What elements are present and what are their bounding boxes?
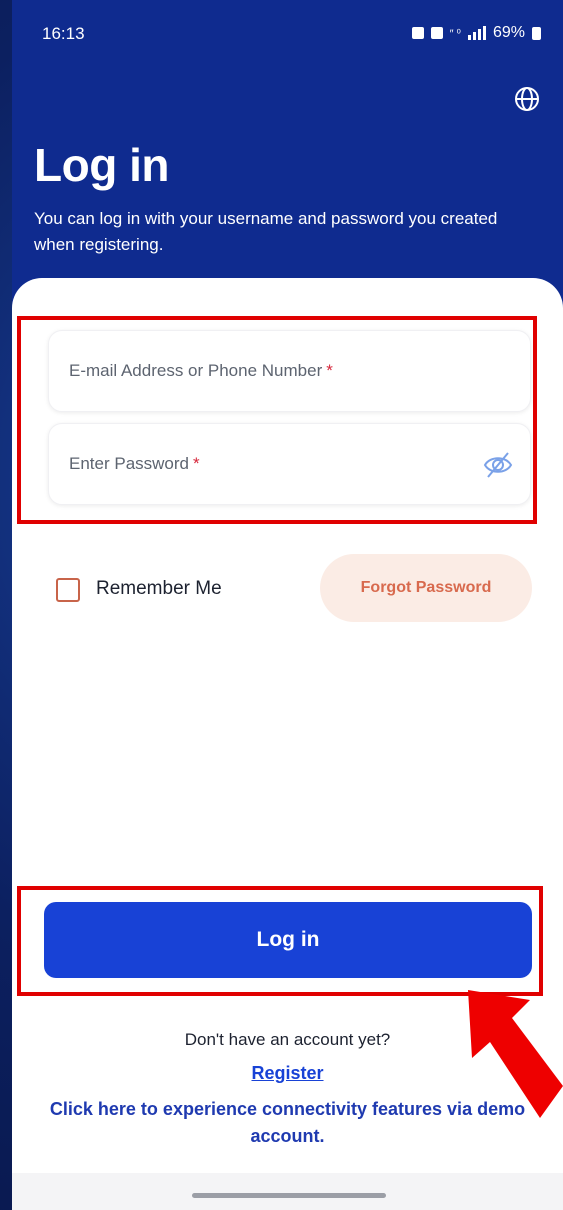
globe-icon[interactable] [512, 84, 542, 114]
status-bar: 16:13 ″ ⁰ 69% [12, 0, 563, 64]
credentials-highlight [17, 316, 537, 524]
notification-icon [411, 27, 424, 39]
status-icons: ″ ⁰ 69% [411, 24, 541, 42]
remember-me-checkbox[interactable] [56, 578, 80, 602]
battery-icon [532, 26, 541, 40]
remember-me-label[interactable]: Remember Me [96, 578, 222, 600]
page-subtitle: You can log in with your username and pa… [34, 209, 498, 254]
navigation-bar [12, 1173, 563, 1210]
battery-level: 69% [492, 24, 525, 41]
network-type: ″ ⁰ [449, 27, 461, 40]
forgot-password-button[interactable]: Forgot Password [320, 554, 532, 622]
home-handle[interactable] [192, 1193, 386, 1198]
status-time: 16:13 [42, 24, 85, 43]
alarm-icon [430, 27, 443, 39]
signal-icon [467, 26, 486, 40]
pointer-arrow-icon [468, 990, 563, 1118]
page-title: Log in [34, 139, 169, 191]
login-highlight [17, 886, 543, 996]
